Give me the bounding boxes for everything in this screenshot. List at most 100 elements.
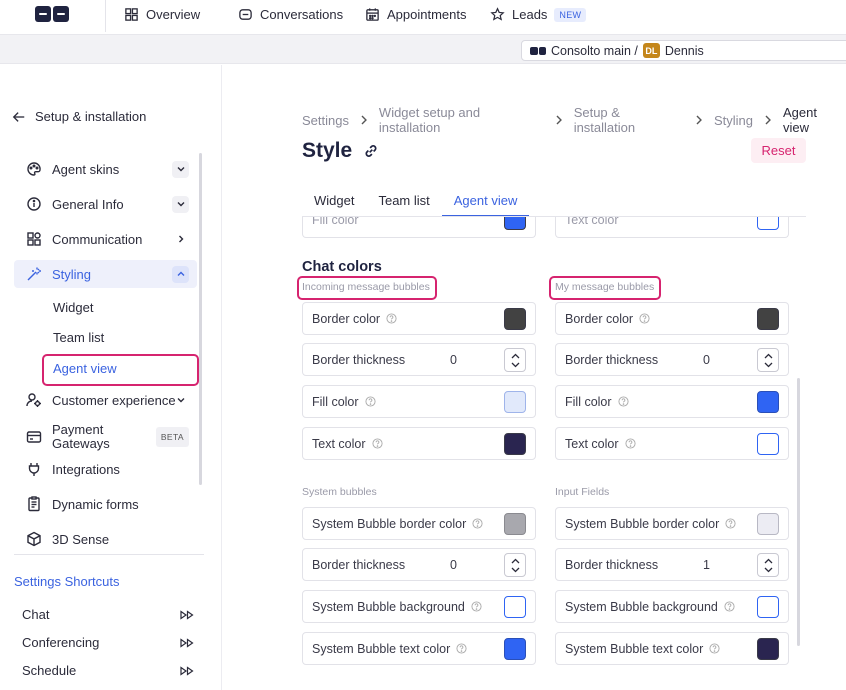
sidebar-item-agent-skins[interactable]: Agent skins [14, 155, 197, 183]
chevron-up-icon[interactable] [172, 265, 189, 283]
incoming-text-color-field[interactable]: Text color [302, 427, 536, 460]
help-icon[interactable] [386, 313, 397, 324]
system-border-thickness-field[interactable]: Border thickness 0 [302, 548, 536, 581]
my-fill-color-field[interactable]: Fill color [555, 385, 789, 418]
consolto-logo[interactable] [35, 6, 69, 22]
breadcrumb-item[interactable]: Setup & installation [574, 105, 684, 135]
shortcut-chat[interactable]: Chat [22, 607, 194, 622]
shortcut-schedule[interactable]: Schedule [22, 663, 194, 678]
sidebar-item-customer-experience[interactable]: Customer experience [14, 386, 197, 414]
styling-sub-widget[interactable]: Widget [53, 300, 93, 315]
system-background-field[interactable]: System Bubble background [302, 590, 536, 623]
sidebar-item-general-info[interactable]: General Info [14, 190, 197, 218]
help-icon[interactable] [709, 643, 720, 654]
sidebar-item-3d-sense[interactable]: 3D Sense [14, 525, 197, 553]
chevron-down-icon[interactable] [172, 195, 189, 213]
sidebar-item-payment-gateways[interactable]: Payment Gateways BETA [14, 419, 197, 455]
sidebar-item-integrations[interactable]: Integrations [14, 455, 197, 483]
input-border-color-field[interactable]: System Bubble border color [555, 507, 789, 540]
help-icon[interactable] [624, 438, 636, 449]
chevron-right-icon[interactable] [172, 231, 189, 248]
incoming-fill-color-field[interactable]: Fill color [302, 385, 536, 418]
chevron-up-icon[interactable] [511, 353, 520, 359]
chevron-up-icon[interactable] [764, 353, 773, 359]
thickness-value[interactable]: 1 [703, 558, 710, 572]
fill-color-field-cut[interactable]: Fill color [302, 217, 536, 238]
color-swatch[interactable] [757, 391, 779, 413]
thickness-value[interactable]: 0 [450, 558, 457, 572]
thickness-stepper[interactable] [504, 553, 526, 577]
nav-leads[interactable]: Leads NEW [490, 7, 587, 22]
thickness-value[interactable]: 0 [703, 353, 710, 367]
color-swatch[interactable] [757, 217, 779, 230]
chevron-down-icon[interactable] [511, 567, 520, 573]
input-background-field[interactable]: System Bubble background [555, 590, 789, 623]
color-swatch[interactable] [504, 308, 526, 330]
system-border-color-field[interactable]: System Bubble border color [302, 507, 536, 540]
my-border-color-field[interactable]: Border color [555, 302, 789, 335]
tab-widget[interactable]: Widget [302, 193, 366, 217]
sidebar-item-styling[interactable]: Styling [14, 260, 197, 288]
breadcrumb-item[interactable]: Settings [302, 113, 349, 128]
text-color-field-cut[interactable]: Text color [555, 217, 789, 238]
my-border-thickness-field[interactable]: Border thickness 0 [555, 343, 789, 376]
input-text-color-field[interactable]: System Bubble text color [555, 632, 789, 665]
link-icon[interactable] [364, 144, 378, 158]
nav-appointments[interactable]: Appointments [365, 7, 467, 22]
chevron-down-icon[interactable] [511, 362, 520, 368]
chevron-down-icon[interactable] [764, 567, 773, 573]
back-to-setup[interactable]: Setup & installation [12, 109, 146, 124]
help-icon[interactable] [456, 643, 467, 654]
color-swatch[interactable] [757, 513, 779, 535]
system-text-color-field[interactable]: System Bubble text color [302, 632, 536, 665]
sidebar-item-dynamic-forms[interactable]: Dynamic forms [14, 490, 197, 518]
input-border-thickness-field[interactable]: Border thickness 1 [555, 548, 789, 581]
color-swatch[interactable] [504, 638, 526, 660]
field-label: Border color [565, 311, 634, 326]
color-swatch[interactable] [757, 596, 779, 618]
color-swatch[interactable] [757, 433, 779, 455]
field-label: Text color [565, 436, 619, 451]
incoming-border-thickness-field[interactable]: Border thickness 0 [302, 343, 536, 376]
cube-icon [27, 531, 41, 547]
color-swatch[interactable] [504, 513, 526, 535]
chevron-down-icon[interactable] [172, 392, 189, 409]
shortcut-conferencing[interactable]: Conferencing [22, 635, 194, 650]
help-icon[interactable] [725, 518, 736, 529]
account-selector[interactable]: Consolto main / DL Dennis [521, 40, 846, 61]
main-scrollbar[interactable] [797, 378, 800, 646]
sidebar-item-communication[interactable]: Communication [14, 225, 197, 253]
color-swatch[interactable] [504, 433, 526, 455]
help-icon[interactable] [639, 313, 650, 324]
breadcrumb-item[interactable]: Styling [714, 113, 753, 128]
color-swatch[interactable] [504, 217, 526, 230]
help-icon[interactable] [618, 396, 629, 407]
help-icon[interactable] [371, 438, 383, 449]
tab-team-list[interactable]: Team list [366, 193, 441, 217]
chevron-up-icon[interactable] [764, 558, 773, 564]
nav-overview[interactable]: Overview [124, 7, 200, 22]
chevron-up-icon[interactable] [511, 558, 520, 564]
color-swatch[interactable] [504, 391, 526, 413]
chevron-down-icon[interactable] [764, 362, 773, 368]
color-swatch[interactable] [504, 596, 526, 618]
my-text-color-field[interactable]: Text color [555, 427, 789, 460]
nav-conversations[interactable]: Conversations [238, 7, 343, 22]
sidebar-scrollbar[interactable] [199, 153, 202, 485]
color-swatch[interactable] [757, 308, 779, 330]
reset-button[interactable]: Reset [751, 138, 806, 163]
tab-agent-view[interactable]: Agent view [441, 193, 530, 217]
help-icon[interactable] [472, 518, 483, 529]
thickness-stepper[interactable] [504, 348, 526, 372]
help-icon[interactable] [471, 601, 482, 612]
styling-sub-team-list[interactable]: Team list [53, 330, 104, 345]
help-icon[interactable] [724, 601, 735, 612]
thickness-stepper[interactable] [757, 348, 779, 372]
breadcrumb-item[interactable]: Widget setup and installation [379, 105, 544, 135]
incoming-border-color-field[interactable]: Border color [302, 302, 536, 335]
thickness-stepper[interactable] [757, 553, 779, 577]
thickness-value[interactable]: 0 [450, 353, 457, 367]
color-swatch[interactable] [757, 638, 779, 660]
chevron-down-icon[interactable] [172, 160, 189, 178]
help-icon[interactable] [365, 396, 376, 407]
